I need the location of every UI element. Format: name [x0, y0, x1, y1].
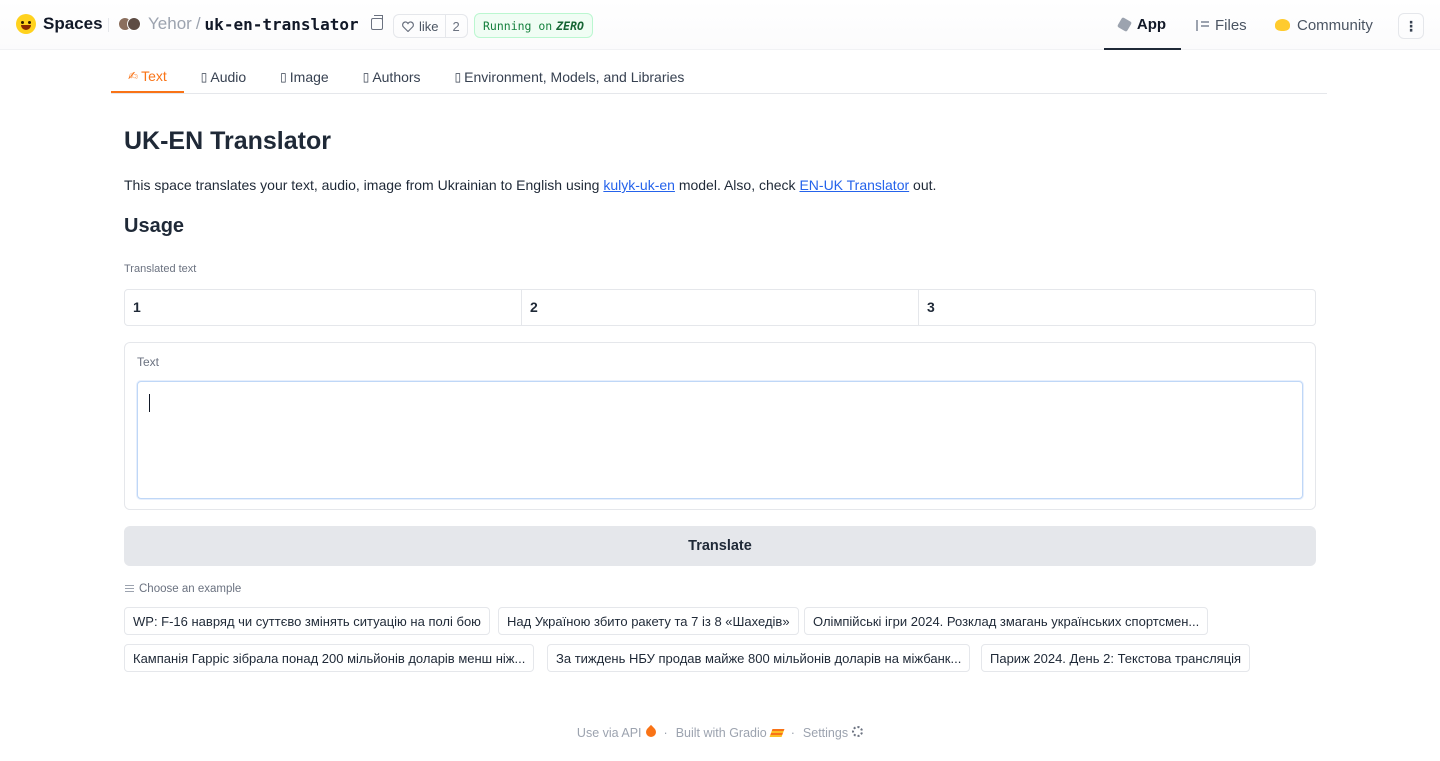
rocket-icon [643, 724, 658, 740]
built-with-gradio-link[interactable]: Built with Gradio [676, 726, 785, 740]
desc-post: out. [909, 177, 937, 193]
audio-icon: ▯ [200, 69, 208, 84]
repo-name-link[interactable]: uk-en-translator [205, 15, 359, 34]
footer: Use via API · Built with Gradio · Settin… [0, 724, 1440, 740]
header-divider [108, 18, 109, 32]
community-icon [1275, 19, 1290, 31]
copy-icon[interactable] [370, 15, 383, 30]
tab-environment[interactable]: ▯ Environment, Models, and Libraries [438, 62, 702, 93]
tab-image[interactable]: ▯ Image [263, 62, 346, 93]
running-prefix: Running on [483, 18, 553, 33]
brand-name: Spaces [43, 14, 103, 33]
breadcrumb-separator: / [195, 14, 201, 33]
example-button[interactable]: Кампанія Гарріс зібрала понад 200 мільйо… [124, 644, 535, 672]
owner-link[interactable]: Yehor [148, 14, 192, 34]
tab-text[interactable]: ✍ Text [111, 62, 184, 93]
examples-label: Choose an example [139, 583, 242, 595]
nav-app-tab[interactable]: App [1104, 0, 1181, 50]
pencil-icon: ✍ [128, 68, 139, 83]
text-caret [149, 394, 150, 412]
example-button[interactable]: WP: F-16 навряд чи суттєво змінять ситуа… [124, 607, 490, 635]
settings-link[interactable]: Settings [803, 726, 864, 740]
example-button[interactable]: Олімпійські ігри 2024. Розклад змагань у… [804, 607, 1209, 635]
running-status-badge[interactable]: Running on ZERO [474, 13, 593, 38]
running-hardware: ZERO [556, 18, 584, 33]
like-button[interactable]: like 2 [393, 14, 468, 38]
nav-community-tab[interactable]: Community [1275, 0, 1373, 50]
gradio-logo-icon [769, 729, 785, 737]
spaces-brand[interactable]: Spaces [16, 14, 103, 34]
table-header-cell[interactable]: 3 [919, 290, 1315, 325]
files-icon [1196, 19, 1209, 31]
translated-text-label: Translated text [124, 263, 197, 275]
text-input-label: Text [137, 355, 160, 369]
repo-breadcrumb: Yehor / uk-en-translator [118, 14, 383, 34]
nav-community-label: Community [1297, 16, 1373, 34]
tab-audio-label: Audio [210, 68, 247, 85]
tab-environment-label: Environment, Models, and Libraries [464, 68, 685, 85]
list-icon [125, 585, 134, 593]
image-icon: ▯ [280, 69, 287, 84]
kulyk-uk-en-link[interactable]: kulyk-uk-en [603, 177, 675, 193]
nav-app-label: App [1136, 15, 1167, 33]
footer-dot: · [790, 726, 795, 740]
authors-icon: ▯ [362, 69, 370, 84]
top-bar: Spaces Yehor / uk-en-translator like 2 R… [0, 0, 1440, 50]
usage-heading: Usage [124, 215, 185, 237]
page-title: UK-EN Translator [124, 127, 331, 155]
table-header-cell[interactable]: 2 [522, 290, 919, 325]
nav-files-label: Files [1215, 16, 1247, 34]
example-button[interactable]: Над Україною збито ракету та 7 із 8 «Шах… [498, 607, 799, 635]
text-input-field[interactable] [137, 381, 1303, 499]
example-button[interactable]: Париж 2024. День 2: Текстова трансляція [981, 644, 1251, 672]
like-count: 2 [444, 15, 467, 37]
tab-text-label: Text [141, 67, 167, 84]
tab-audio[interactable]: ▯ Audio [184, 62, 263, 93]
page-description: This space translates your text, audio, … [124, 177, 936, 193]
example-button[interactable]: За тиждень НБУ продав майже 800 мільйоні… [547, 644, 971, 672]
more-vertical-icon: ⋮ [1404, 17, 1418, 34]
app-tabs: ✍ Text ▯ Audio ▯ Image ▯ Authors ▯ Envir… [111, 63, 1327, 94]
desc-mid: model. Also, check [674, 177, 800, 193]
tab-image-label: Image [289, 68, 329, 85]
gear-icon [852, 726, 864, 737]
cube-icon [1116, 16, 1132, 32]
translate-button[interactable]: Translate [124, 526, 1316, 566]
table-header-cell[interactable]: 1 [125, 290, 522, 325]
owner-avatars [118, 17, 141, 31]
en-uk-translator-link[interactable]: EN-UK Translator [799, 177, 909, 193]
desc-pre: This space translates your text, audio, … [124, 177, 604, 193]
hugging-face-logo-icon [16, 14, 36, 34]
footer-dot: · [663, 726, 668, 740]
use-via-api-link[interactable]: Use via API [577, 724, 658, 740]
heart-icon [402, 20, 414, 32]
text-input-block: Text [124, 342, 1316, 510]
examples-heading: Choose an example [125, 583, 241, 595]
nav-files-tab[interactable]: Files [1196, 0, 1247, 50]
environment-icon: ▯ [454, 69, 462, 84]
like-label: like [419, 18, 439, 34]
more-options-button[interactable]: ⋮ [1398, 13, 1424, 39]
translated-text-table: 1 2 3 [124, 289, 1316, 326]
tab-authors-label: Authors [372, 68, 421, 85]
tab-authors[interactable]: ▯ Authors [346, 62, 438, 93]
